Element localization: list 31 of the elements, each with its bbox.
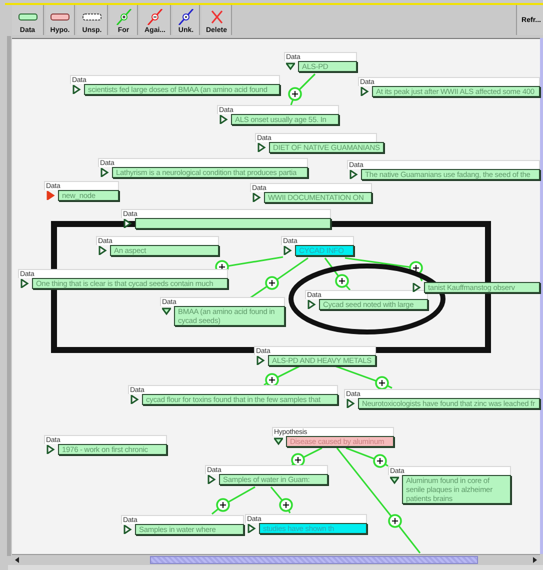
expand-triangle-icon[interactable] [412, 283, 421, 292]
expand-triangle-icon[interactable] [283, 246, 292, 255]
support-link[interactable] [324, 258, 351, 291]
expand-triangle-icon[interactable] [349, 170, 358, 179]
expand-triangle-icon[interactable] [100, 168, 109, 177]
collapse-triangle-icon[interactable] [162, 307, 171, 316]
expand-triangle-icon[interactable] [247, 524, 256, 533]
expand-triangle-icon[interactable] [307, 300, 316, 309]
vertical-scrollbar[interactable] [540, 38, 543, 554]
expand-triangle-icon[interactable] [360, 87, 369, 96]
data-node[interactable] [135, 218, 331, 229]
expand-triangle-icon[interactable] [130, 395, 139, 404]
expand-triangle-icon[interactable] [256, 356, 265, 365]
expand-triangle-icon[interactable] [123, 219, 132, 228]
expand-triangle-icon[interactable] [123, 525, 132, 534]
expand-triangle-icon[interactable] [72, 85, 81, 94]
expand-triangle-icon[interactable] [46, 445, 55, 454]
collapse-triangle-icon[interactable] [390, 476, 399, 485]
collapse-triangle-icon[interactable] [286, 62, 295, 71]
expand-triangle-icon[interactable] [20, 279, 29, 288]
support-link[interactable] [250, 257, 308, 299]
collapse-triangle-icon[interactable] [274, 437, 283, 446]
support-link[interactable] [334, 365, 392, 390]
expand-triangle-icon[interactable] [98, 246, 107, 255]
support-link[interactable] [346, 447, 388, 468]
expand-triangle-icon[interactable] [257, 143, 266, 152]
expand-triangle-icon[interactable] [219, 115, 228, 124]
expand-triangle-icon[interactable] [346, 399, 355, 408]
expand-triangle-icon[interactable] [207, 475, 216, 484]
support-link[interactable] [344, 257, 423, 282]
expand-triangle-icon[interactable] [252, 193, 261, 202]
